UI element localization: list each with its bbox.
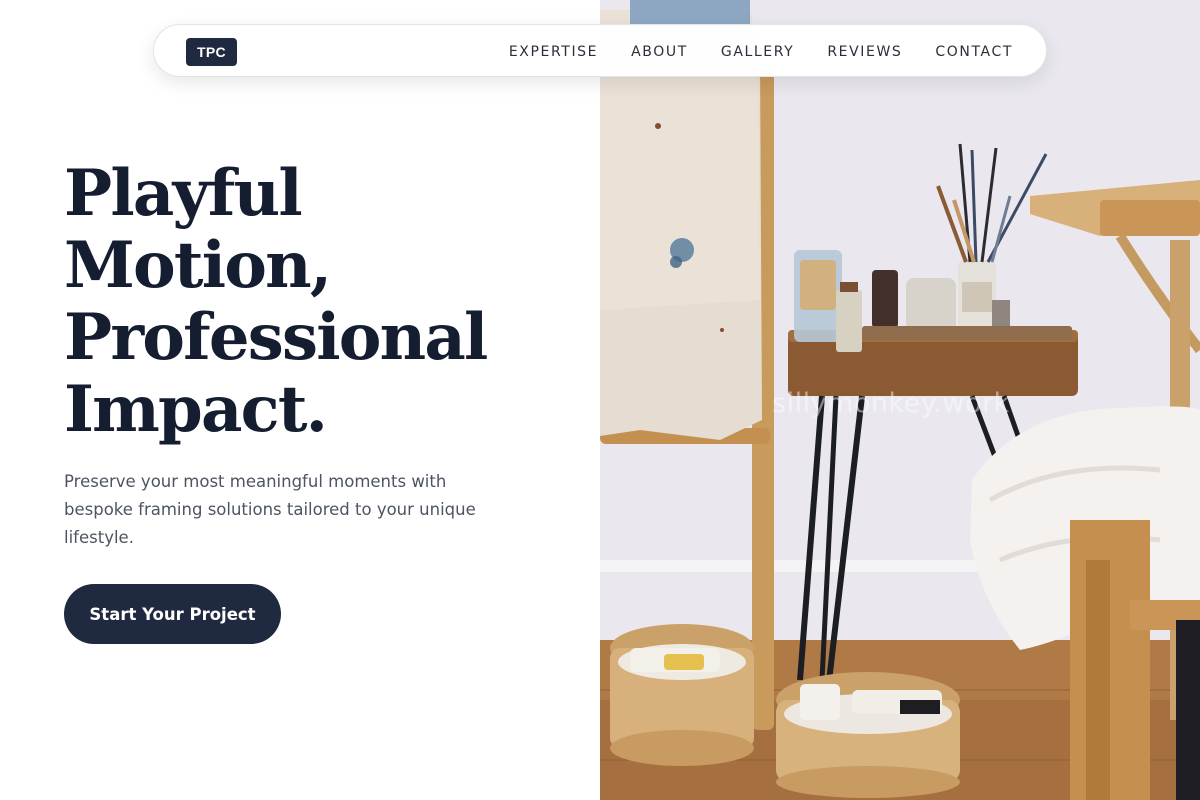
top-nav-bar: TPC EXPERTISE ABOUT GALLERY REVIEWS CONT… — [153, 24, 1047, 77]
headline-line: Playful — [64, 156, 303, 231]
headline-line: Motion, — [64, 228, 332, 303]
headline-line: Professional — [64, 300, 488, 375]
nav-link-contact[interactable]: CONTACT — [935, 44, 1013, 60]
headline-line: Impact. — [64, 372, 328, 447]
hero-headline: Playful Motion, Professional Impact. — [64, 158, 584, 446]
logo[interactable]: TPC — [186, 38, 237, 66]
nav-link-reviews[interactable]: REVIEWS — [827, 44, 902, 60]
nav-links: EXPERTISE ABOUT GALLERY REVIEWS CONTACT — [509, 25, 1013, 78]
nav-link-expertise[interactable]: EXPERTISE — [509, 44, 598, 60]
nav-link-about[interactable]: ABOUT — [631, 44, 688, 60]
hero-image: sillymonkey.work — [600, 0, 1200, 800]
start-project-button[interactable]: Start Your Project — [64, 584, 281, 644]
image-watermark: sillymonkey.work — [772, 388, 1010, 419]
hero-subtext: Preserve your most meaningful moments wi… — [64, 472, 476, 547]
nav-link-gallery[interactable]: GALLERY — [721, 44, 794, 60]
